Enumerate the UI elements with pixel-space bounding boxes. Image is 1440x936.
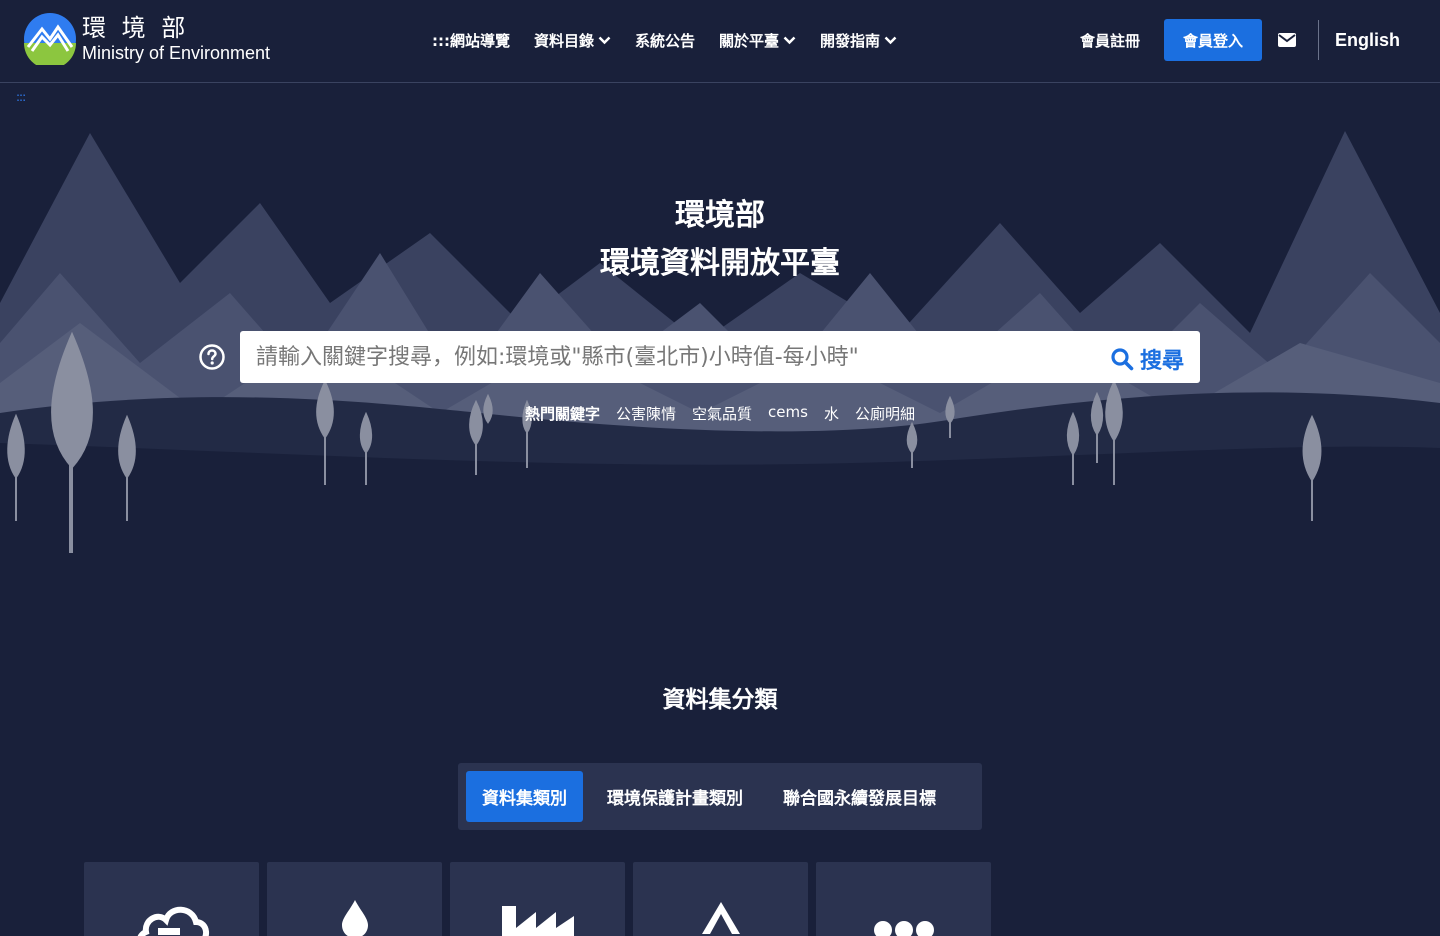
hot-keyword[interactable]: cems [768,403,808,424]
nav-announcements-label: 系統公告 [635,32,696,50]
nav-about-label: 關於平臺 [719,32,780,50]
site-header: 環 境 部 Ministry of Environment :::網站導覽 資料… [0,0,1440,83]
envelope-icon[interactable] [1277,33,1296,47]
nav-announcements[interactable]: 系統公告 [635,30,695,51]
hero-title: 環境部 環境資料開放平臺 [0,192,1440,288]
hot-keywords-label: 熱門關鍵字 [525,405,601,423]
factory-icon [501,906,574,936]
nav-data-catalog[interactable]: 資料目錄 [534,30,611,51]
hero-title-line2: 環境資料開放平臺 [600,246,840,281]
ministry-logo-icon [24,13,76,65]
main-nav: :::網站導覽 資料目錄 系統公告 關於平臺 開發指南 [432,30,921,51]
search-button-label: 搜尋 [1139,349,1184,374]
nav-developer-guide-label: 開發指南 [820,32,881,50]
hot-keyword[interactable]: 公廁明細 [855,403,915,424]
nav-sitemap-label: :::網站導覽 [432,32,510,50]
tab-environmental-plan-category[interactable]: 環境保護計畫類別 [591,771,759,822]
header-tools: 會員註冊 會員登入 English [1080,19,1440,61]
hot-keyword[interactable]: 公害陳情 [616,403,676,424]
cloud-icon [137,906,209,936]
more-icon [873,921,934,936]
hot-keyword[interactable]: 水 [824,403,839,424]
category-cards [84,862,999,936]
hot-keywords: 熱門關鍵字 公害陳情 空氣品質 cems 水 公廁明細 [0,403,1440,424]
hot-keyword[interactable]: 空氣品質 [692,403,752,424]
search-input[interactable] [240,331,1090,383]
search-bar: 搜尋 [198,331,1200,383]
category-card-water[interactable] [267,862,442,936]
search-button[interactable]: 搜尋 [1110,343,1184,375]
water-drop-icon [341,900,368,936]
tab-sdg[interactable]: 聯合國永續發展目標 [767,771,952,822]
logo-title-zh: 環 境 部 [82,14,190,42]
nav-about[interactable]: 關於平臺 [719,30,796,51]
section-title: 資料集分類 [662,687,778,713]
logo-title-en: Ministry of Environment [82,43,271,63]
nav-data-catalog-label: 資料目錄 [534,32,595,50]
category-card-other[interactable] [816,862,991,936]
nav-developer-guide[interactable]: 開發指南 [820,30,897,51]
hero-title-line1: 環境部 [675,198,765,233]
category-card-industry[interactable] [450,862,625,936]
question-circle-icon[interactable] [198,343,226,371]
search-box: 搜尋 [240,331,1200,383]
chevron-down-icon [783,36,796,45]
category-card-air[interactable] [84,862,259,936]
category-card-recycle[interactable] [633,862,808,936]
nav-sitemap[interactable]: :::網站導覽 [432,30,510,51]
chevron-down-icon [884,36,897,45]
chevron-down-icon [598,36,611,45]
register-link[interactable]: 會員註冊 [1080,30,1140,51]
search-icon [1111,348,1134,371]
language-switch[interactable]: English [1335,30,1400,51]
recycle-icon [701,902,740,934]
login-button[interactable]: 會員登入 [1163,19,1262,61]
header-divider [1317,20,1319,60]
site-logo[interactable]: 環 境 部 Ministry of Environment [24,13,270,65]
category-tabs: 資料集類別 環境保護計畫類別 聯合國永續發展目標 [458,763,982,830]
tab-dataset-category[interactable]: 資料集類別 [466,771,583,822]
